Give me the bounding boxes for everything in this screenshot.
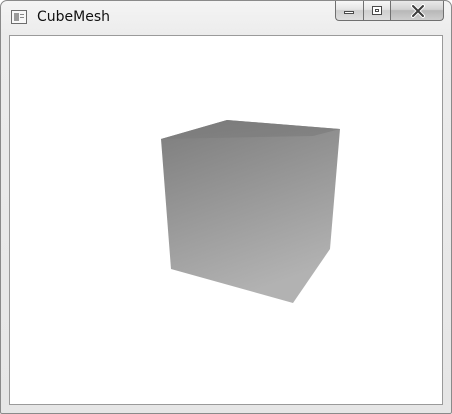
client-area (9, 35, 443, 405)
minimize-icon (344, 11, 354, 14)
app-icon-pane (14, 13, 19, 21)
window-app-icon[interactable] (11, 10, 27, 24)
close-button[interactable] (390, 1, 444, 21)
main-window: CubeMesh (0, 0, 452, 414)
cube-front-face (161, 120, 340, 303)
close-icon (411, 4, 425, 18)
window-title: CubeMesh (37, 9, 111, 25)
viewport-3d[interactable] (10, 36, 442, 404)
maximize-button[interactable] (363, 1, 390, 21)
caption-buttons (335, 1, 444, 22)
minimize-button[interactable] (335, 1, 363, 21)
app-icon-line (20, 17, 24, 18)
gray-shaded-cube[interactable] (161, 120, 340, 303)
title-bar[interactable]: CubeMesh (1, 1, 451, 35)
maximize-icon (372, 6, 382, 15)
app-icon-line (20, 14, 24, 15)
